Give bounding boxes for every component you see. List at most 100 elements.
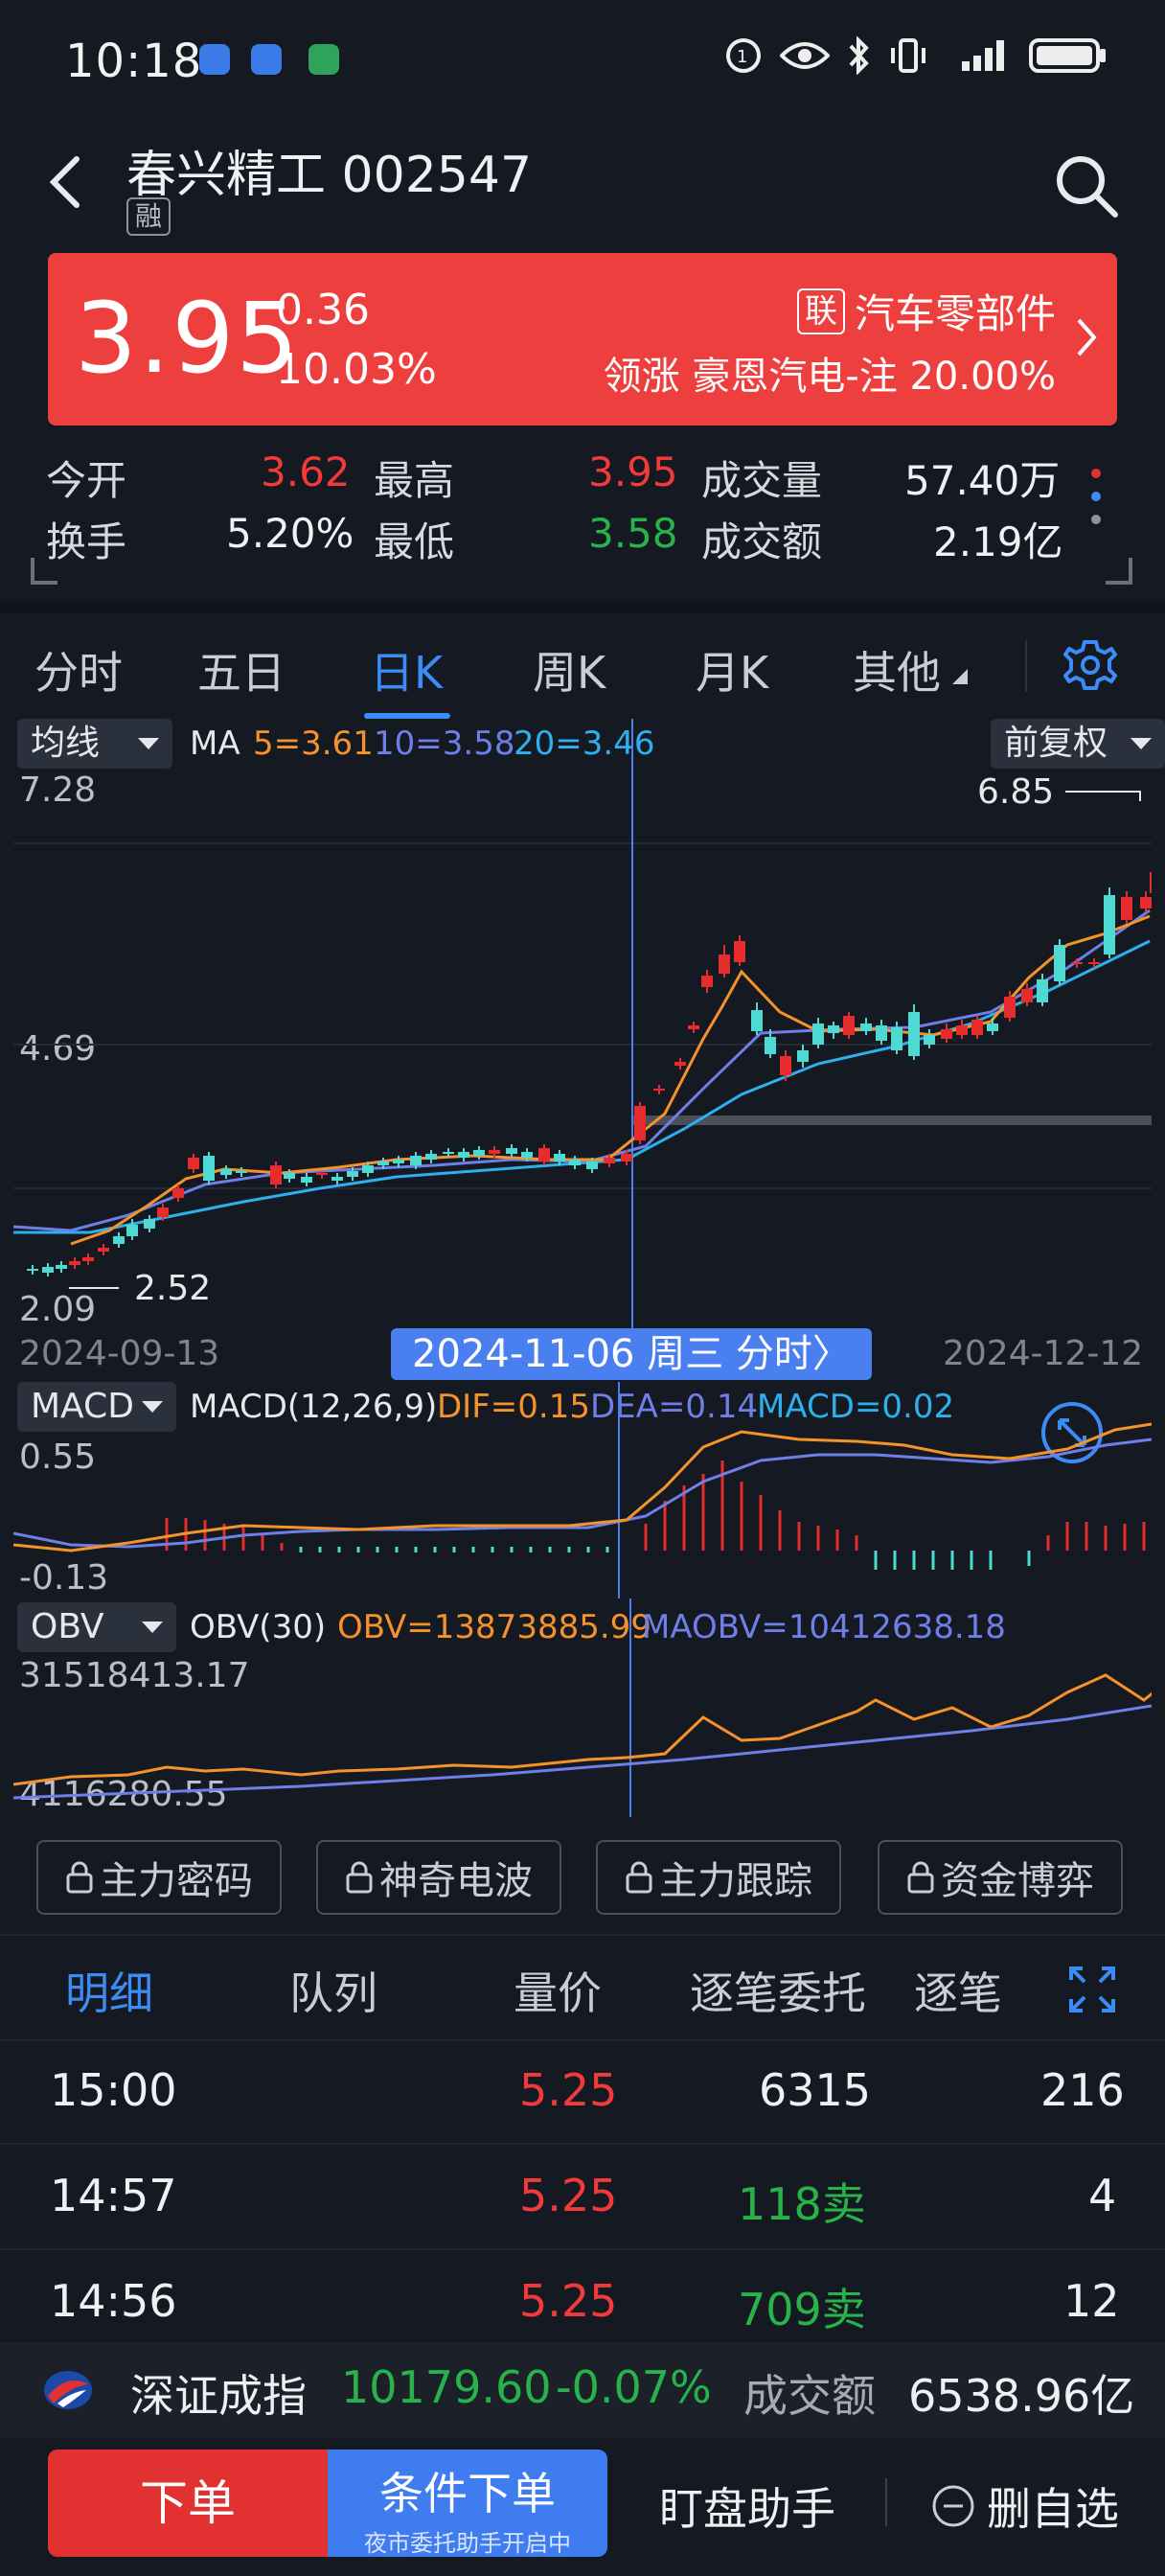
candle xyxy=(284,1173,295,1179)
tab-weekly-k[interactable]: 周K xyxy=(533,638,605,702)
crosshair-date-button[interactable]: 2024-11-06 周三 分时〉 xyxy=(391,1328,872,1380)
index-bar[interactable]: 深证成指 10179.60 -0.07% 成交额 6538.96亿 xyxy=(0,2342,1165,2438)
candle xyxy=(220,1169,232,1175)
locked-button-magic-wave[interactable]: 神奇电波 xyxy=(316,1840,561,1915)
divider xyxy=(1025,640,1027,692)
gear-icon[interactable] xyxy=(1063,638,1117,692)
trade-price: 5.25 xyxy=(519,2275,618,2327)
macd-panel[interactable]: MACD MACD(12,26,9) DIF=0.15 DEA=0.14 MAC… xyxy=(13,1382,1152,1598)
conditional-order-button[interactable]: 条件下单 夜市委托助手开启中 xyxy=(328,2450,607,2557)
candle xyxy=(425,1154,437,1160)
candle xyxy=(674,1062,686,1066)
tab-queue[interactable]: 队列 xyxy=(289,1959,377,2022)
tab-volume-price[interactable]: 量价 xyxy=(514,1959,602,2022)
trade-time: 14:56 xyxy=(50,2275,177,2327)
candle xyxy=(688,1025,699,1029)
lock-icon xyxy=(907,1861,934,1894)
last-price: 3.95 xyxy=(75,282,301,396)
trade-count: 4 xyxy=(1088,2170,1117,2221)
candle xyxy=(56,1265,67,1269)
signal-icon xyxy=(962,40,1004,71)
status-icons: 1 xyxy=(724,36,1108,75)
open-label: 今开 xyxy=(46,457,127,504)
bluetooth-icon xyxy=(849,36,869,75)
locked-button-main-track[interactable]: 主力跟踪 xyxy=(596,1840,841,1915)
tab-intraday[interactable]: 分时 xyxy=(34,638,123,702)
monitor-assistant-button[interactable]: 盯盘助手 xyxy=(659,2474,835,2538)
candle xyxy=(270,1165,282,1184)
candle xyxy=(443,1152,454,1154)
candle xyxy=(941,1029,952,1039)
volume-value: 57.40万 xyxy=(904,457,1061,504)
trade-volume: 118卖 xyxy=(738,2178,866,2230)
fullscreen-icon[interactable] xyxy=(1067,1965,1117,2014)
price-change: 0.36 xyxy=(276,286,370,334)
candle xyxy=(797,1050,809,1062)
candle xyxy=(1104,895,1115,954)
locked-button-fund-game[interactable]: 资金博弈 xyxy=(878,1840,1123,1915)
more-dots-icon[interactable] xyxy=(1086,464,1106,531)
candle xyxy=(701,976,713,987)
app-notification-icon xyxy=(308,44,339,75)
candle xyxy=(113,1236,125,1244)
candle xyxy=(971,1020,983,1035)
trade-volume: 6315 xyxy=(759,2064,872,2116)
high-label: 最高 xyxy=(374,457,455,504)
trade-volume: 709卖 xyxy=(738,2284,866,2335)
price-change-pct: 10.03% xyxy=(276,345,437,394)
index-change: -0.07% xyxy=(556,2361,712,2413)
locked-button-main-code[interactable]: 主力密码 xyxy=(36,1840,282,1915)
tab-monthly-k[interactable]: 月K xyxy=(696,638,768,702)
candle xyxy=(82,1257,94,1261)
kline-panel[interactable]: 均线 MA 5=3.61 10=3.58 20=3.46 前复权 7.28 4.… xyxy=(13,719,1165,1332)
divider xyxy=(0,2248,1165,2250)
corner-bracket-icon[interactable] xyxy=(1102,558,1134,586)
conditional-order-subtitle: 夜市委托助手开启中 xyxy=(364,2530,571,2557)
candle xyxy=(458,1152,469,1158)
stock-title: 春兴精工 002547 xyxy=(126,147,533,204)
tab-details[interactable]: 明细 xyxy=(65,1959,153,2022)
candle xyxy=(473,1150,485,1156)
index-value: 10179.60 xyxy=(341,2361,552,2413)
hd-icon: 1 xyxy=(726,38,761,73)
candle xyxy=(1088,962,1100,964)
candle xyxy=(393,1160,404,1163)
obv-panel[interactable]: OBV OBV(30) OBV=13873885.99 MAOBV=104126… xyxy=(13,1598,1152,1817)
search-icon[interactable] xyxy=(1052,151,1121,220)
chevron-right-icon[interactable] xyxy=(1075,316,1100,358)
candle xyxy=(1037,979,1048,1002)
app-notification-icon xyxy=(251,44,282,75)
tab-other[interactable]: 其他 xyxy=(853,638,941,702)
dropdown-corner-icon xyxy=(952,669,968,684)
leading-stock: 领涨 豪恩汽电-注 20.00% xyxy=(603,355,1056,399)
candle xyxy=(1054,945,1065,981)
price-banner[interactable]: 3.95 0.36 10.03% 联 汽车零部件 领涨 豪恩汽电-注 20.00… xyxy=(48,253,1117,426)
candle xyxy=(812,1024,824,1045)
tab-daily-k[interactable]: 日K xyxy=(370,638,443,702)
candle xyxy=(126,1225,138,1236)
lock-icon xyxy=(626,1861,652,1894)
tab-order-by-order[interactable]: 逐笔委托 xyxy=(690,1959,866,2022)
industry-link[interactable]: 联 汽车零部件 xyxy=(796,282,1056,340)
candle xyxy=(331,1177,343,1181)
remove-watchlist-button[interactable]: 删自选 xyxy=(931,2474,1119,2538)
candle xyxy=(144,1219,155,1229)
ma10-line xyxy=(13,908,1151,1232)
candle xyxy=(316,1173,328,1175)
back-arrow-icon[interactable] xyxy=(38,153,96,211)
divider xyxy=(0,2143,1165,2145)
candle xyxy=(188,1158,199,1169)
open-value: 3.62 xyxy=(261,448,351,495)
trade-time: 14:57 xyxy=(50,2170,177,2221)
obv-chart xyxy=(13,1598,1152,1817)
tab-five-day[interactable]: 五日 xyxy=(197,638,286,702)
candle xyxy=(876,1025,887,1041)
candle xyxy=(987,1024,998,1031)
index-name: 深证成指 xyxy=(130,2370,307,2422)
candle xyxy=(569,1160,581,1165)
order-button[interactable]: 下单 xyxy=(48,2450,328,2557)
candle xyxy=(377,1162,389,1165)
trade-count: 216 xyxy=(1040,2064,1125,2116)
app-notification-icon xyxy=(199,44,230,75)
tab-trade-by-trade[interactable]: 逐笔 xyxy=(914,1959,1025,2022)
